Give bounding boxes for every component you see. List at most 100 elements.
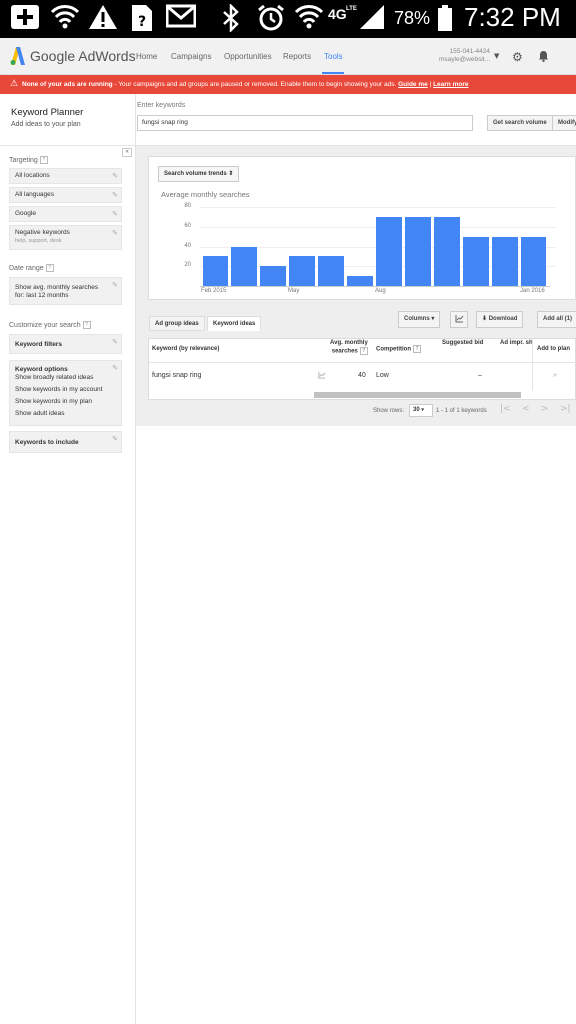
learn-more-link[interactable]: Learn more: [433, 81, 468, 88]
targeting-locations[interactable]: All locations ✎: [9, 168, 122, 184]
columns-button[interactable]: Columns ▾: [398, 311, 441, 328]
next-page-icon[interactable]: >: [541, 404, 549, 414]
edit-pencil-icon[interactable]: ✎: [112, 338, 118, 346]
date-range-box[interactable]: Show avg. monthly searches for: last 12 …: [9, 277, 122, 305]
account-dropdown-icon[interactable]: ▼: [494, 52, 499, 60]
modify-button[interactable]: Modify: [552, 115, 576, 131]
chart-bar[interactable]: [462, 236, 489, 286]
help-icon[interactable]: ?: [82, 321, 91, 329]
tab-keyword-ideas[interactable]: Keyword ideas: [207, 316, 262, 331]
avg-searches-line2: searches?: [330, 347, 368, 356]
trends-dropdown-label: Search volume trends: [164, 171, 227, 177]
date-range-label: Date range?: [9, 264, 54, 272]
keyword-cell: fungsi snap ring: [152, 372, 202, 379]
gmail-icon: [165, 4, 197, 34]
chart-bar[interactable]: [433, 216, 460, 286]
alert-title: None of your ads are running: [22, 81, 113, 88]
edit-pencil-icon[interactable]: ✎: [112, 364, 118, 372]
columns-label: Columns: [404, 316, 430, 322]
last-page-icon[interactable]: >|: [560, 404, 571, 414]
edit-pencil-icon[interactable]: ✎: [112, 191, 118, 199]
add-to-plan-button[interactable]: »: [553, 372, 557, 379]
first-page-icon[interactable]: |<: [500, 404, 511, 414]
help-icon[interactable]: ?: [359, 347, 368, 355]
download-button[interactable]: ⬇ Download: [476, 311, 524, 328]
nav-campaigns[interactable]: Campaigns: [171, 52, 211, 61]
tab-ad-group-ideas[interactable]: Ad group ideas: [149, 316, 205, 331]
edit-pencil-icon[interactable]: ✎: [112, 281, 118, 289]
chart-bar[interactable]: [520, 236, 547, 286]
guide-me-link[interactable]: Guide me: [398, 81, 428, 88]
searches-cell: 40: [358, 372, 366, 379]
chart-bar[interactable]: [289, 256, 316, 286]
help-icon[interactable]: ?: [413, 345, 421, 353]
help-icon[interactable]: ?: [39, 156, 48, 164]
warning-icon: [88, 4, 118, 34]
line-chart-icon: [455, 314, 463, 323]
chart-bar[interactable]: [202, 256, 229, 286]
chart-bar[interactable]: [404, 216, 431, 286]
col-bid-header[interactable]: Suggested bid: [442, 340, 483, 347]
keyword-options[interactable]: Keyword options Show broadly related ide…: [9, 360, 122, 426]
bluetooth-icon: [220, 2, 242, 34]
avg-searches-text: searches: [331, 348, 358, 355]
get-search-volume-button[interactable]: Get search volume: [487, 115, 553, 131]
y-tick-label: 20: [184, 262, 191, 268]
rows-per-page-select[interactable]: 30 ▾: [409, 404, 433, 417]
gear-icon[interactable]: ⚙: [512, 50, 523, 64]
targeting-label: Targeting?: [9, 156, 48, 164]
chart-toggle-button[interactable]: [450, 311, 468, 328]
notifications-bell-icon[interactable]: [538, 50, 549, 65]
show-rows-label: Show rows:: [373, 408, 405, 414]
wifi-icon: [294, 4, 324, 34]
chart-bar[interactable]: [231, 246, 258, 286]
date-range-line1: Show avg. monthly searches: [15, 284, 99, 291]
edit-pencil-icon[interactable]: ✎: [112, 435, 118, 443]
keyword-filters[interactable]: Keyword filters ✎: [9, 334, 122, 354]
option-in-plan: Show keywords in my plan: [15, 398, 92, 405]
keywords-input[interactable]: fungsi snap ring: [137, 115, 473, 131]
edit-pencil-icon[interactable]: ✎: [112, 172, 118, 180]
account-info[interactable]: 155-041-4424 msayle@websit...: [439, 48, 490, 64]
targeting-languages[interactable]: All languages ✎: [9, 187, 122, 203]
nav-reports[interactable]: Reports: [283, 52, 311, 61]
chart-bar[interactable]: [491, 236, 518, 286]
add-all-button[interactable]: Add all (1): [537, 311, 576, 328]
keywords-to-include-text: Keywords to include: [15, 439, 79, 446]
col-avg-searches-header[interactable]: Avg. monthly searches?: [330, 340, 368, 356]
edit-pencil-icon[interactable]: ✎: [112, 229, 118, 237]
nav-active-indicator: [322, 72, 344, 74]
prev-page-icon[interactable]: <: [522, 404, 530, 414]
search-volume-trends-dropdown[interactable]: Search volume trends ⇕: [158, 166, 240, 182]
nav-home[interactable]: Home: [136, 52, 157, 61]
pagination-range: 1 - 1 of 1 keywords: [436, 408, 487, 414]
chart-bar[interactable]: [376, 216, 402, 286]
account-email: msayle@websit...: [438, 56, 490, 63]
col-keyword-header[interactable]: Keyword (by relevance): [152, 346, 219, 353]
keywords-to-include[interactable]: Keywords to include ✎: [9, 431, 122, 453]
chart-bar[interactable]: [318, 256, 345, 286]
alert-message: - Your campaigns and ad groups are pause…: [112, 81, 399, 88]
network-type: 4G: [328, 6, 347, 22]
edit-pencil-icon[interactable]: ✎: [112, 210, 118, 218]
x-tick-label: Jan 2016: [520, 288, 545, 294]
chart-bar[interactable]: [260, 266, 287, 286]
help-icon[interactable]: ?: [45, 264, 54, 272]
chevron-down-icon: ▾: [431, 316, 435, 322]
negative-keywords[interactable]: Negative keywords help, support, desk ✎: [9, 225, 122, 250]
collapse-sidebar-button[interactable]: «: [122, 148, 132, 157]
chart-bar[interactable]: [347, 276, 373, 286]
trend-chart-icon[interactable]: [318, 371, 326, 381]
nav-tools[interactable]: Tools: [324, 52, 343, 61]
header-separator: [149, 362, 576, 363]
y-tick-label: 60: [184, 223, 191, 229]
date-range-text: Date range: [9, 264, 44, 272]
brand-name: Google AdWords: [30, 48, 136, 64]
targeting-text: Targeting: [9, 156, 38, 164]
col-impr-header[interactable]: Ad impr. sh: [500, 340, 533, 347]
col-competition-header[interactable]: Competition?: [376, 345, 421, 354]
targeting-network[interactable]: Google ✎: [9, 206, 122, 222]
bid-cell: –: [478, 372, 482, 379]
horizontal-scrollbar[interactable]: [314, 392, 521, 398]
nav-opportunities[interactable]: Opportunities: [224, 52, 272, 61]
